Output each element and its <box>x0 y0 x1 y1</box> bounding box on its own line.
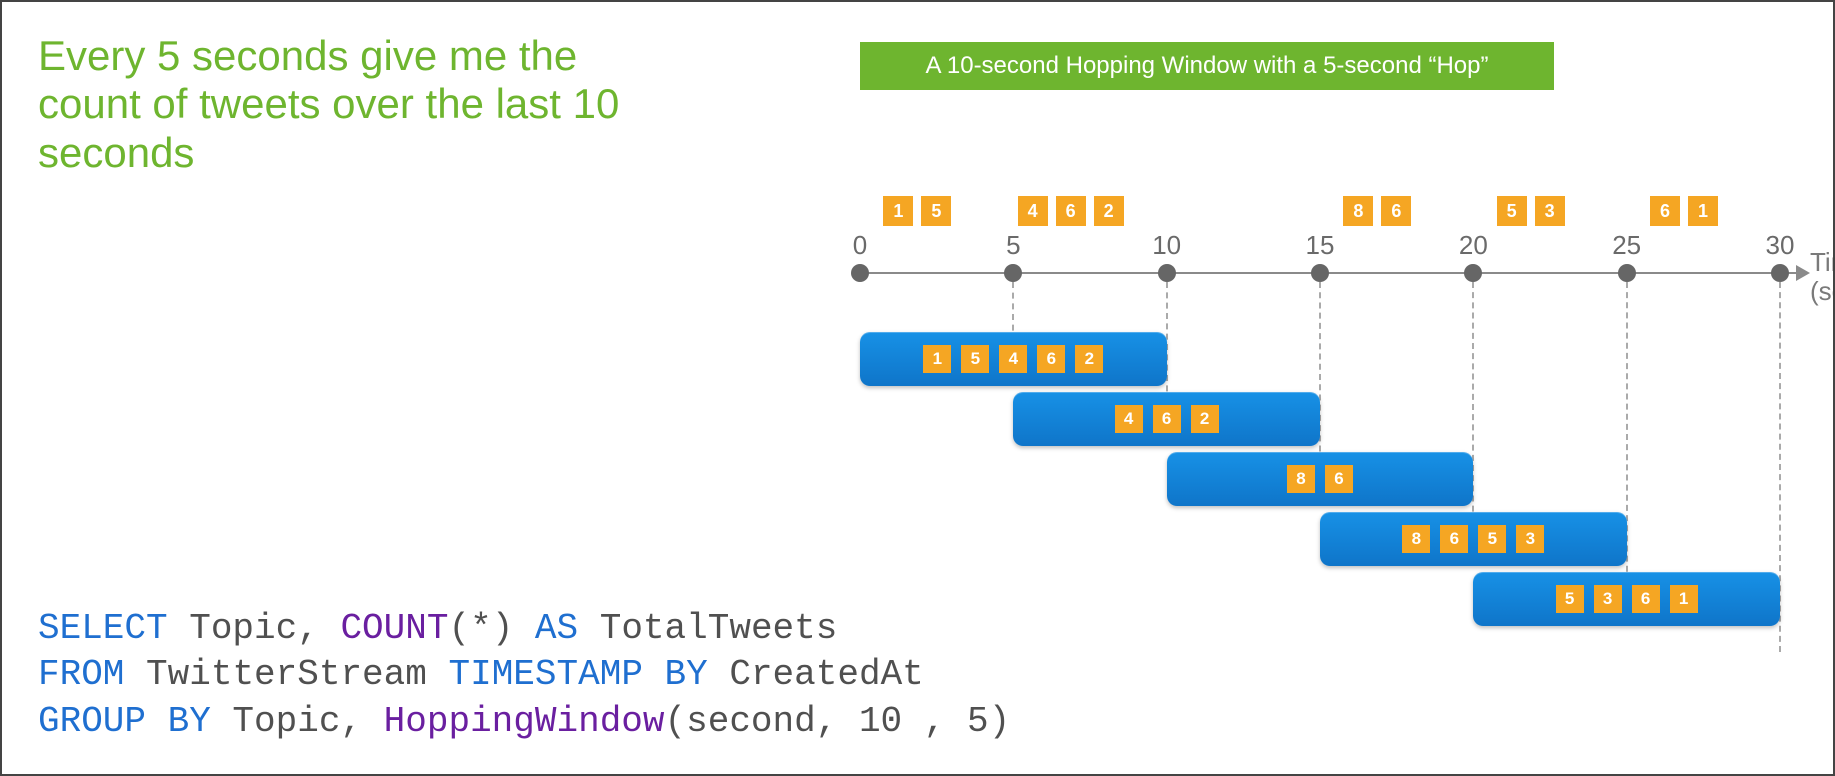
axis-arrow-icon <box>1796 265 1810 281</box>
sql-hop-args: (second, 10 , 5) <box>665 701 1011 742</box>
window-event-box: 3 <box>1594 585 1622 613</box>
window-bar: 8653 <box>1320 512 1627 566</box>
statement-text: Every 5 seconds give me the count of twe… <box>38 32 658 177</box>
sql-group-cols: Topic, <box>211 701 384 742</box>
timeline-event-group: 86 <box>1343 196 1411 226</box>
axis-tick-label: 15 <box>1306 230 1335 261</box>
axis-label: Time (secs) <box>1810 248 1835 305</box>
axis-tick <box>851 264 869 282</box>
window-event-box: 3 <box>1516 525 1544 553</box>
kw-timestamp-by: TIMESTAMP BY <box>448 654 707 695</box>
window-event-box: 5 <box>1556 585 1584 613</box>
timeline-event-group: 462 <box>1018 196 1124 226</box>
banner-title: A 10-second Hopping Window with a 5-seco… <box>860 42 1554 90</box>
dashed-guide <box>1319 282 1321 472</box>
window-bar: 5361 <box>1473 572 1780 626</box>
axis-tick <box>1464 264 1482 282</box>
axis-label-line1: Time <box>1810 247 1835 277</box>
axis-tick-label: 20 <box>1459 230 1488 261</box>
sql-count-args: (*) <box>448 608 534 649</box>
axis-tick-label: 25 <box>1612 230 1641 261</box>
window-event-box: 1 <box>923 345 951 373</box>
sql-as-alias: TotalTweets <box>578 608 837 649</box>
axis-tick-label: 5 <box>1006 230 1020 261</box>
event-box: 1 <box>883 196 913 226</box>
sql-from-src: TwitterStream <box>124 654 448 695</box>
window-bar: 86 <box>1167 452 1474 506</box>
event-box: 6 <box>1381 196 1411 226</box>
axis-tick-label: 10 <box>1152 230 1181 261</box>
window-bar: 462 <box>1013 392 1320 446</box>
sql-ts-col: CreatedAt <box>708 654 924 695</box>
axis-tick-label: 0 <box>853 230 867 261</box>
window-bar: 15462 <box>860 332 1167 386</box>
axis-label-line2: (secs) <box>1810 276 1835 306</box>
window-event-box: 6 <box>1632 585 1660 613</box>
window-event-box: 8 <box>1287 465 1315 493</box>
kw-group-by: GROUP BY <box>38 701 211 742</box>
window-event-box: 2 <box>1191 405 1219 433</box>
fn-hoppingwindow: HoppingWindow <box>384 701 665 742</box>
window-event-box: 5 <box>1478 525 1506 553</box>
kw-as: AS <box>535 608 578 649</box>
axis-tick <box>1311 264 1329 282</box>
sql-query: SELECT Topic, COUNT(*) AS TotalTweets FR… <box>38 606 1010 746</box>
slide: Every 5 seconds give me the count of twe… <box>0 0 1835 776</box>
event-box: 2 <box>1094 196 1124 226</box>
event-box: 5 <box>1497 196 1527 226</box>
event-box: 6 <box>1056 196 1086 226</box>
kw-from: FROM <box>38 654 124 695</box>
event-box: 8 <box>1343 196 1373 226</box>
sql-select-cols: Topic, <box>168 608 341 649</box>
kw-select: SELECT <box>38 608 168 649</box>
axis-tick <box>1771 264 1789 282</box>
window-event-box: 1 <box>1670 585 1698 613</box>
window-event-box: 4 <box>1115 405 1143 433</box>
timeline-event-group: 61 <box>1650 196 1718 226</box>
window-event-box: 6 <box>1440 525 1468 553</box>
event-box: 1 <box>1688 196 1718 226</box>
window-event-box: 5 <box>961 345 989 373</box>
event-box: 4 <box>1018 196 1048 226</box>
axis-tick <box>1004 264 1022 282</box>
timeline-event-group: 53 <box>1497 196 1565 226</box>
event-box: 5 <box>921 196 951 226</box>
timeline-event-group: 15 <box>883 196 951 226</box>
window-event-box: 6 <box>1037 345 1065 373</box>
window-event-box: 6 <box>1153 405 1181 433</box>
fn-count: COUNT <box>340 608 448 649</box>
window-event-box: 6 <box>1325 465 1353 493</box>
window-event-box: 8 <box>1402 525 1430 553</box>
event-box: 3 <box>1535 196 1565 226</box>
axis-tick-label: 30 <box>1766 230 1795 261</box>
event-box: 6 <box>1650 196 1680 226</box>
axis-tick <box>1618 264 1636 282</box>
window-event-box: 4 <box>999 345 1027 373</box>
window-event-box: 2 <box>1075 345 1103 373</box>
time-axis <box>860 272 1800 274</box>
axis-tick <box>1158 264 1176 282</box>
